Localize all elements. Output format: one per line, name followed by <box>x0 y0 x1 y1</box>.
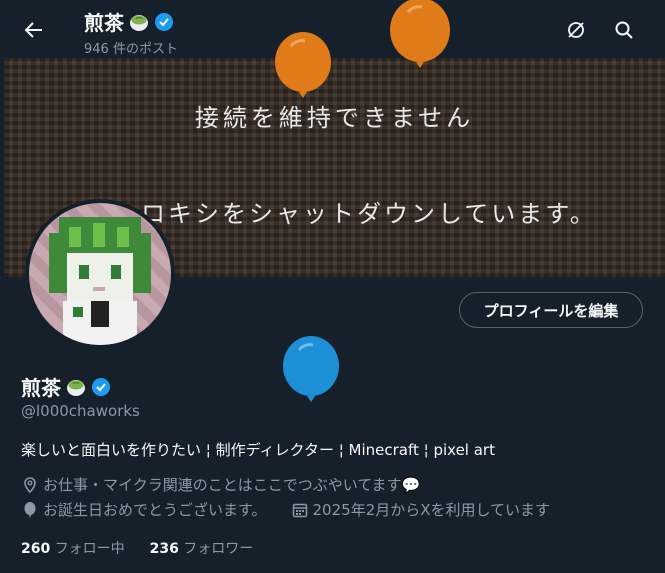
profile-handle: @l000chaworks <box>21 402 140 420</box>
follow-stats: 260 フォロー中 236 フォロワー <box>21 538 253 558</box>
profile-bio: 楽しいと面白いを作りたい ¦ 制作ディレクター ¦ Minecraft ¦ pi… <box>21 441 495 459</box>
tea-cup-icon <box>67 379 85 396</box>
profile-name: 煎茶 <box>21 372 111 401</box>
birthday-text: お誕生日おめでとうございます。 <box>43 501 267 519</box>
following-label: フォロー中 <box>54 541 125 557</box>
avatar[interactable] <box>25 199 175 349</box>
header-title: 煎茶 <box>84 7 174 36</box>
location-text: お仕事・マイクラ関連のことはここでつぶやいてます💬 <box>43 476 421 494</box>
followers-count: 236 <box>149 541 179 557</box>
search-icon <box>615 21 633 39</box>
following-link[interactable]: 260 フォロー中 <box>21 541 125 557</box>
balloon-icon <box>275 32 331 98</box>
followers-link[interactable]: 236 フォロワー <box>150 541 254 557</box>
verified-icon <box>92 377 110 396</box>
joined-text: 2025年2月からXを利用しています <box>312 501 551 519</box>
post-count: 946 件のポスト <box>84 42 178 57</box>
refresh-off-icon <box>568 22 584 38</box>
balloon-icon <box>283 336 339 402</box>
profile-location: お仕事・マイクラ関連のことはここでつぶやいてます💬 <box>21 474 420 495</box>
tea-cup-icon <box>130 14 148 31</box>
location-icon <box>24 476 36 493</box>
balloon-icon <box>24 501 36 518</box>
calendar-icon <box>292 503 307 517</box>
search-button[interactable] <box>610 16 638 44</box>
followers-label: フォロワー <box>183 541 254 557</box>
back-button[interactable] <box>20 16 48 44</box>
back-arrow-icon <box>24 22 42 38</box>
avatar-image <box>29 203 171 345</box>
profile-meta-row: お誕生日おめでとうございます。 2025年2月からXを利用しています <box>21 499 550 520</box>
following-count: 260 <box>21 541 51 557</box>
edit-profile-button[interactable]: プロフィールを編集 <box>459 292 643 328</box>
balloon-icon <box>390 0 450 68</box>
refresh-toggle-button[interactable] <box>562 16 590 44</box>
header-name: 煎茶 <box>84 11 124 35</box>
profile-name-text: 煎茶 <box>21 376 61 400</box>
banner-text-line2: ッロキシをシャットダウンしています。 <box>114 200 597 228</box>
verified-icon <box>155 12 173 31</box>
banner-text-line1: 接続を維持できません <box>194 104 475 132</box>
